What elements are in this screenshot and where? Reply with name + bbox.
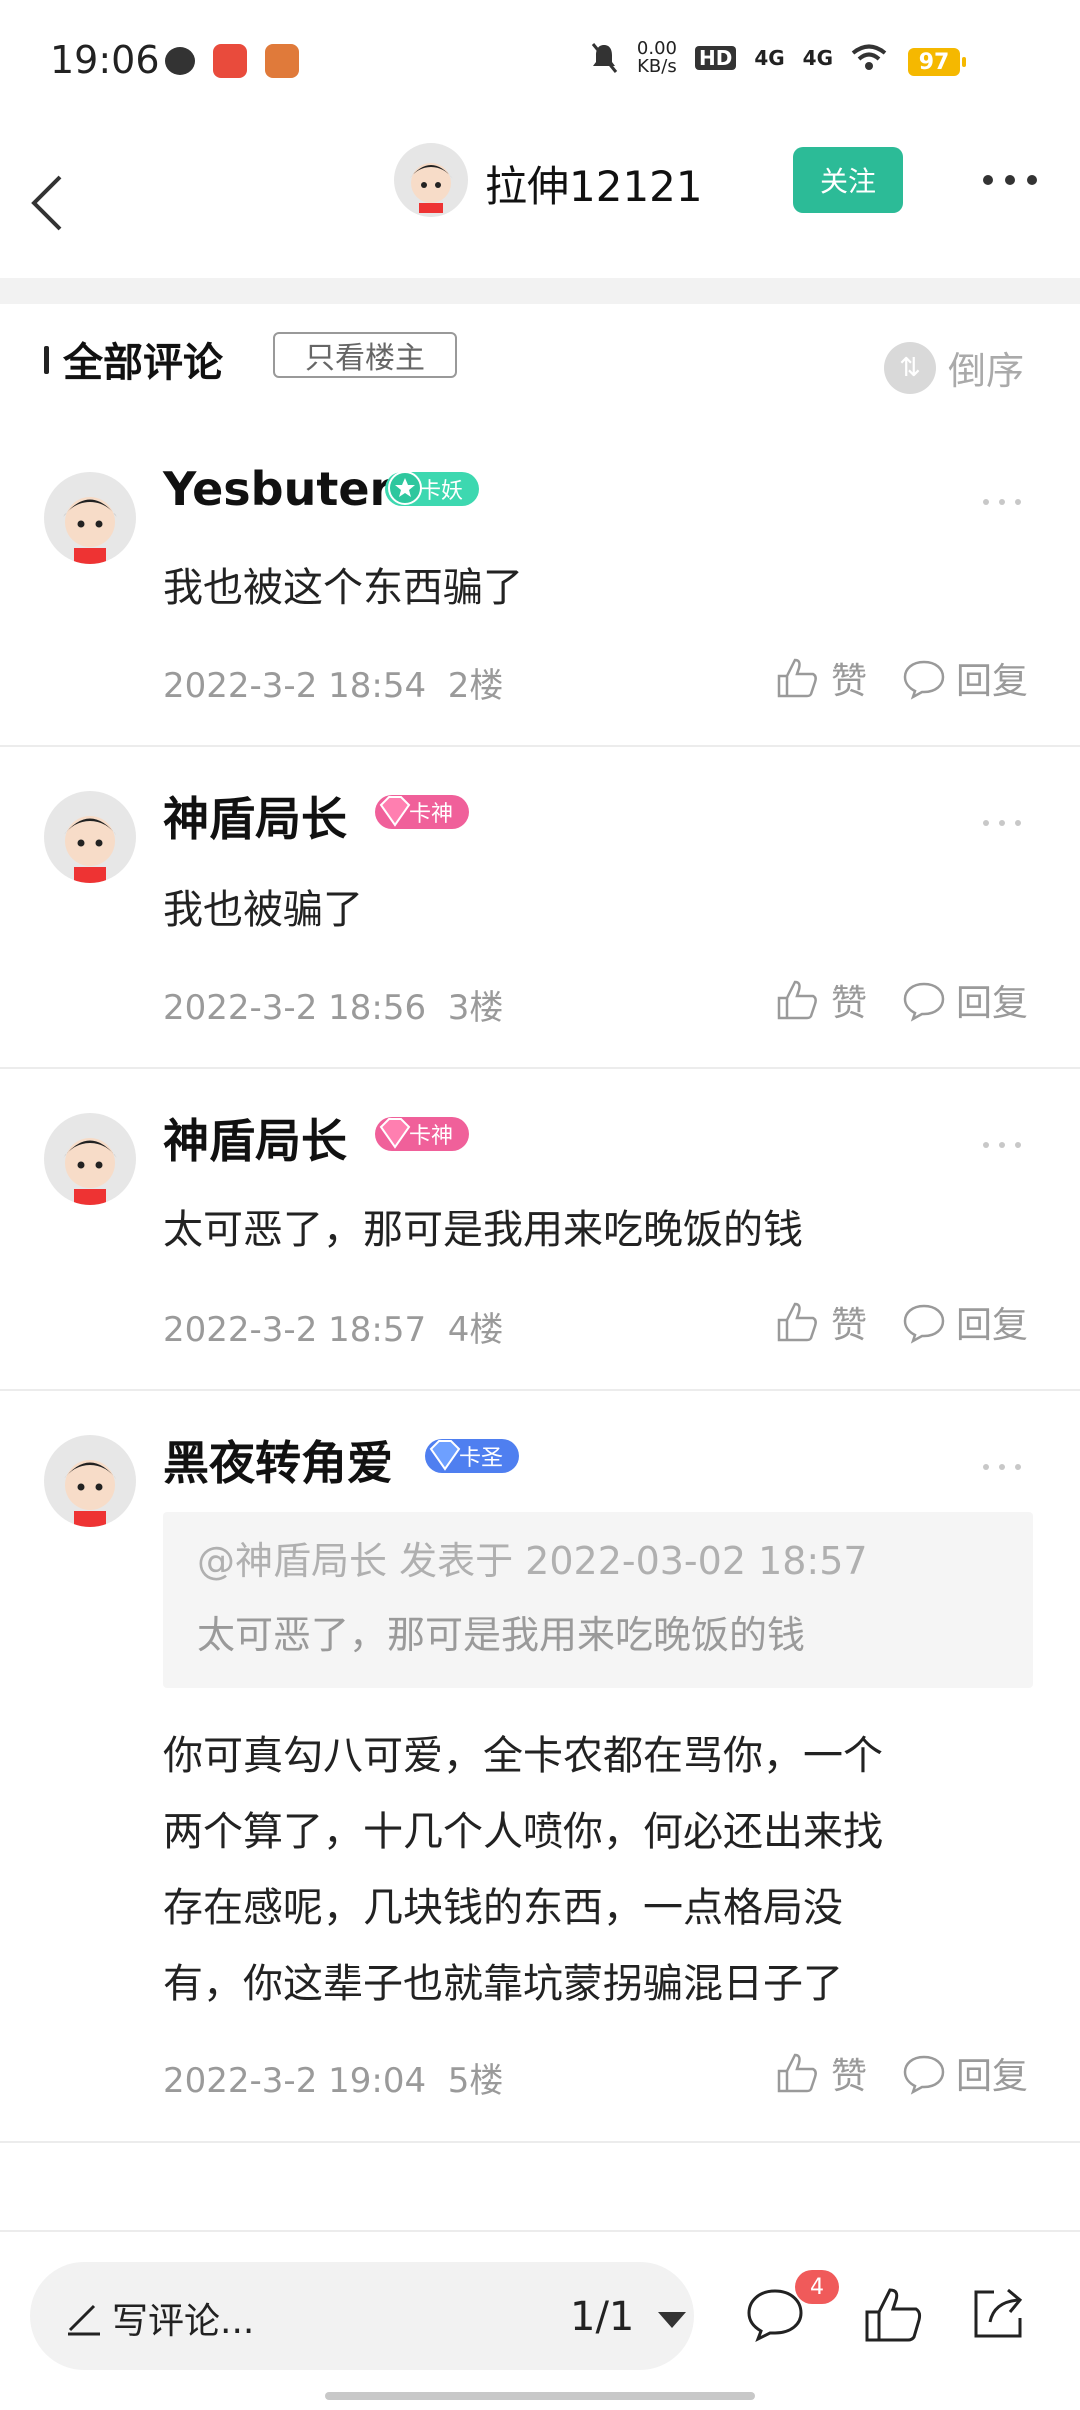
comment-text: 太可恶了，那可是我用来吃晚饭的钱 <box>163 1207 803 1253</box>
sort-icon: ⇅ <box>884 341 936 394</box>
sort-button[interactable]: ⇅ 倒序 <box>884 340 1024 395</box>
follow-button[interactable]: 关注 <box>793 147 903 213</box>
comment-text: 我也被这个东西骗了 <box>163 565 523 611</box>
pen-icon <box>68 2304 100 2336</box>
comment-author[interactable]: Yesbuter <box>163 462 392 516</box>
write-comment-input[interactable]: 写评论... 1/1 <box>30 2262 694 2370</box>
comment-meta: 2022-3-2 18:56 3楼 <box>163 988 504 1028</box>
comment-more-icon[interactable] <box>980 496 1024 508</box>
status-time: 19:06 <box>50 38 160 82</box>
section-divider <box>0 278 1080 304</box>
diamond-badge-icon <box>379 1118 411 1149</box>
mute-bell-icon <box>591 43 618 73</box>
comment-author[interactable]: 黑夜转角爱 <box>163 1427 393 1493</box>
back-arrow-icon[interactable] <box>28 151 88 251</box>
write-comment-placeholder: 写评论... <box>112 2301 255 2342</box>
thumbs-up-icon <box>777 1302 817 1342</box>
net-speed: 0.00 KB/s <box>636 38 677 77</box>
share-icon[interactable] <box>968 2284 1028 2344</box>
star-badge-icon <box>388 471 422 505</box>
reply-button[interactable]: 回复 <box>902 652 1028 704</box>
notification-icons <box>165 44 299 78</box>
battery-indicator: 97 <box>908 48 966 76</box>
like-button[interactable]: 赞 <box>775 2047 867 2099</box>
reply-bubble-icon <box>903 982 945 1022</box>
page-dropdown-icon[interactable] <box>658 2312 686 2328</box>
comment-count-badge: 4 <box>795 2270 839 2304</box>
reply-bubble-icon <box>903 2055 945 2095</box>
comment-author[interactable]: 神盾局长 <box>163 1105 347 1171</box>
like-button[interactable]: 赞 <box>775 974 867 1026</box>
comments-section-header: 全部评论 只看楼主 ⇅ 倒序 <box>0 326 1080 416</box>
sort-label: 倒序 <box>948 349 1025 393</box>
comment-author[interactable]: 神盾局长 <box>163 783 347 849</box>
thumbs-up-icon <box>777 2053 817 2093</box>
reply-button[interactable]: 回复 <box>902 2047 1028 2099</box>
home-indicator[interactable] <box>325 2392 755 2400</box>
quote-header: @神盾局长 发表于 2022-03-02 18:57 <box>197 1539 868 1583</box>
author-avatar[interactable] <box>394 143 468 217</box>
thumbs-up-icon <box>777 980 817 1020</box>
comment-item: 神盾局长 卡神 太可恶了，那可是我用来吃晚饭的钱 2022-3-2 18:57 … <box>0 1069 1080 1391</box>
reply-bubble-icon <box>903 660 945 700</box>
only-op-button[interactable]: 只看楼主 <box>273 332 457 378</box>
post-header: 拉伸12121 关注 <box>0 125 1080 275</box>
wifi-icon <box>851 44 887 70</box>
comment-item: Yesbuter 卡妖 我也被这个东西骗了 2022-3-2 18:54 2楼 … <box>0 420 1080 747</box>
app-notification-icon <box>213 44 247 78</box>
author-name[interactable]: 拉伸12121 <box>485 153 703 214</box>
thumbs-up-icon[interactable] <box>862 2284 924 2346</box>
diamond-badge-icon <box>429 1440 461 1471</box>
game-notification-icon <box>265 44 299 78</box>
quote-body: 太可恶了，那可是我用来吃晚饭的钱 <box>197 1613 806 1657</box>
section-title: 全部评论 <box>63 340 223 386</box>
comment-meta: 2022-3-2 18:57 4楼 <box>163 1310 504 1350</box>
comment-meta: 2022-3-2 19:04 5楼 <box>163 2061 504 2101</box>
page-indicator[interactable]: 1/1 <box>570 2294 634 2340</box>
chat-notification-icon <box>165 47 195 75</box>
bottom-action-bar: 写评论... 1/1 4 <box>0 2230 1080 2410</box>
status-bar: 19:06 0.00 KB/s HD 4G 4G 97 <box>0 0 1080 125</box>
user-level-badge: 卡神 <box>375 795 470 829</box>
comment-meta: 2022-3-2 18:54 2楼 <box>163 666 504 706</box>
comment-text: 我也被骗了 <box>163 887 363 933</box>
comment-more-icon[interactable] <box>980 1461 1024 1473</box>
signal-1-icon: 4G <box>754 46 785 70</box>
reply-button[interactable]: 回复 <box>902 974 1028 1026</box>
avatar[interactable] <box>44 472 136 564</box>
reply-button[interactable]: 回复 <box>902 1296 1028 1348</box>
avatar[interactable] <box>44 1435 136 1527</box>
quoted-comment[interactable]: @神盾局长 发表于 2022-03-02 18:57 太可恶了，那可是我用来吃晚… <box>163 1512 1033 1688</box>
comment-text: 你可真勾八可爱，全卡农都在骂你，一个 两个算了，十几个人喷你，何必还出来找 存在… <box>163 1733 883 2007</box>
avatar[interactable] <box>44 1113 136 1205</box>
like-button[interactable]: 赞 <box>775 652 867 704</box>
comment-more-icon[interactable] <box>980 817 1024 829</box>
comment-item: 神盾局长 卡神 我也被骗了 2022-3-2 18:56 3楼 赞 回复 <box>0 747 1080 1069</box>
section-marker <box>44 346 49 374</box>
comment-item: 黑夜转角爱 卡圣 @神盾局长 发表于 2022-03-02 18:57 太可恶了… <box>0 1391 1080 2143</box>
thumbs-up-icon <box>777 658 817 698</box>
hd-icon: HD <box>694 46 737 70</box>
reply-bubble-icon <box>903 1304 945 1344</box>
user-level-badge: 卡圣 <box>425 1439 520 1473</box>
diamond-badge-icon <box>379 796 411 827</box>
user-level-badge: 卡妖 <box>385 471 480 506</box>
comment-more-icon[interactable] <box>980 1139 1024 1151</box>
avatar[interactable] <box>44 791 136 883</box>
like-button[interactable]: 赞 <box>775 1296 867 1348</box>
user-level-badge: 卡神 <box>375 1117 470 1151</box>
more-options-icon[interactable] <box>980 165 1040 195</box>
signal-2-icon: 4G <box>802 46 833 70</box>
comment-bubble-icon[interactable] <box>745 2287 805 2343</box>
